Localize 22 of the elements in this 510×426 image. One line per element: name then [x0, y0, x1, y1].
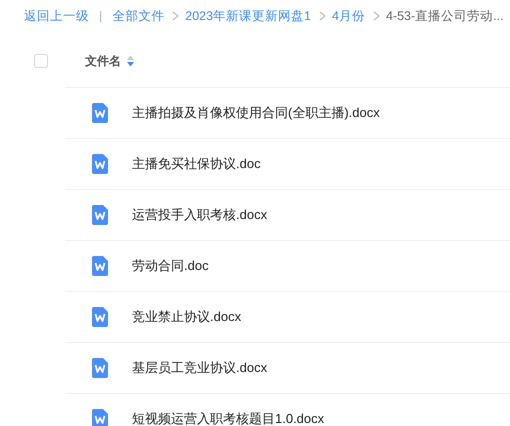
word-document-icon — [92, 307, 108, 327]
file-name[interactable]: 主播免买社保协议.doc — [132, 155, 261, 173]
chevron-icon — [172, 11, 180, 21]
file-name[interactable]: 竞业禁止协议.docx — [132, 308, 242, 326]
sort-icon[interactable] — [127, 55, 134, 67]
word-document-icon — [92, 256, 108, 276]
chevron-icon — [319, 11, 326, 21]
file-name[interactable]: 运营投手入职考核.docx — [132, 206, 268, 224]
file-name[interactable]: 主播拍摄及肖像权使用合同(全职主播).docx — [132, 104, 380, 122]
word-document-icon — [92, 358, 108, 378]
file-name[interactable]: 短视频运营入职考核题目1.0.docx — [132, 410, 324, 426]
word-document-icon — [92, 154, 108, 174]
breadcrumb-current-item[interactable]: 4-53-直播公司劳动... — [386, 8, 504, 24]
select-all-checkbox[interactable] — [34, 54, 48, 68]
word-document-icon — [92, 409, 108, 426]
column-header[interactable]: 文件名 — [85, 52, 121, 70]
separator: | — [99, 9, 102, 23]
word-document-icon — [92, 103, 108, 123]
word-document-icon — [92, 205, 108, 225]
file-name[interactable]: 基层员工竞业协议.docx — [132, 359, 268, 377]
file-name[interactable]: 劳动合同.doc — [132, 257, 209, 275]
chevron-icon — [372, 11, 380, 21]
